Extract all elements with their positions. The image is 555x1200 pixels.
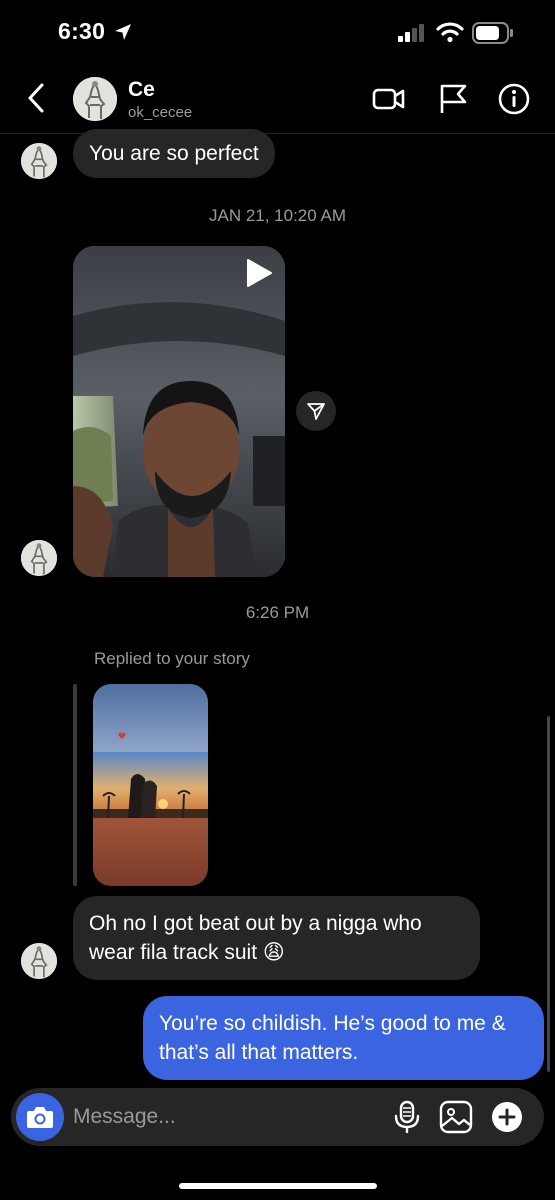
add-circle-icon[interactable] xyxy=(491,1101,523,1133)
chat-header: Ce ok_cecee xyxy=(0,66,555,134)
message-bubble-outgoing[interactable]: You’re so childish. He’s good to me & th… xyxy=(143,996,544,1080)
info-icon[interactable] xyxy=(497,82,531,116)
message-text: Oh no I got beat out by a nigga who wear… xyxy=(89,912,422,964)
contact-name[interactable]: Ce xyxy=(128,78,155,102)
camera-icon xyxy=(27,1107,53,1128)
sender-avatar[interactable] xyxy=(21,143,57,179)
video-call-icon[interactable] xyxy=(372,82,406,116)
location-arrow-icon xyxy=(115,24,131,40)
sender-avatar[interactable] xyxy=(21,540,57,576)
message-text: You are so perfect xyxy=(89,142,259,165)
timestamp: 6:26 PM xyxy=(245,603,310,622)
wifi-icon xyxy=(436,22,464,43)
scrollbar[interactable] xyxy=(547,716,550,1072)
share-button[interactable] xyxy=(296,391,336,431)
contact-avatar[interactable] xyxy=(73,77,117,121)
home-indicator[interactable] xyxy=(179,1183,377,1189)
message-bubble-incoming[interactable]: You are so perfect xyxy=(73,129,275,178)
message-input[interactable] xyxy=(73,1097,373,1137)
story-reply-label: Replied to your story xyxy=(94,649,250,668)
camera-button[interactable] xyxy=(16,1093,64,1141)
status-time: 6:30 xyxy=(58,18,106,44)
play-icon[interactable] xyxy=(245,258,273,288)
flag-icon[interactable] xyxy=(436,82,470,116)
message-composer xyxy=(11,1088,544,1146)
story-thumbnail[interactable] xyxy=(93,684,208,886)
back-arrow-icon[interactable] xyxy=(22,80,52,116)
status-bar: 6:30 xyxy=(0,0,555,66)
reply-indicator-bar xyxy=(73,684,77,886)
contact-handle: ok_cecee xyxy=(128,104,193,121)
cellular-signal-icon xyxy=(398,24,424,42)
message-text: You’re so childish. He’s good to me & th… xyxy=(159,1012,506,1064)
send-icon xyxy=(307,403,325,420)
sender-avatar[interactable] xyxy=(21,943,57,979)
gallery-icon[interactable] xyxy=(439,1100,473,1134)
shared-video[interactable] xyxy=(73,246,285,577)
microphone-icon[interactable] xyxy=(393,1100,421,1134)
timestamp: JAN 21, 10:20 AM xyxy=(208,206,347,225)
message-bubble-incoming[interactable]: Oh no I got beat out by a nigga who wear… xyxy=(73,896,480,980)
battery-icon xyxy=(472,22,513,44)
